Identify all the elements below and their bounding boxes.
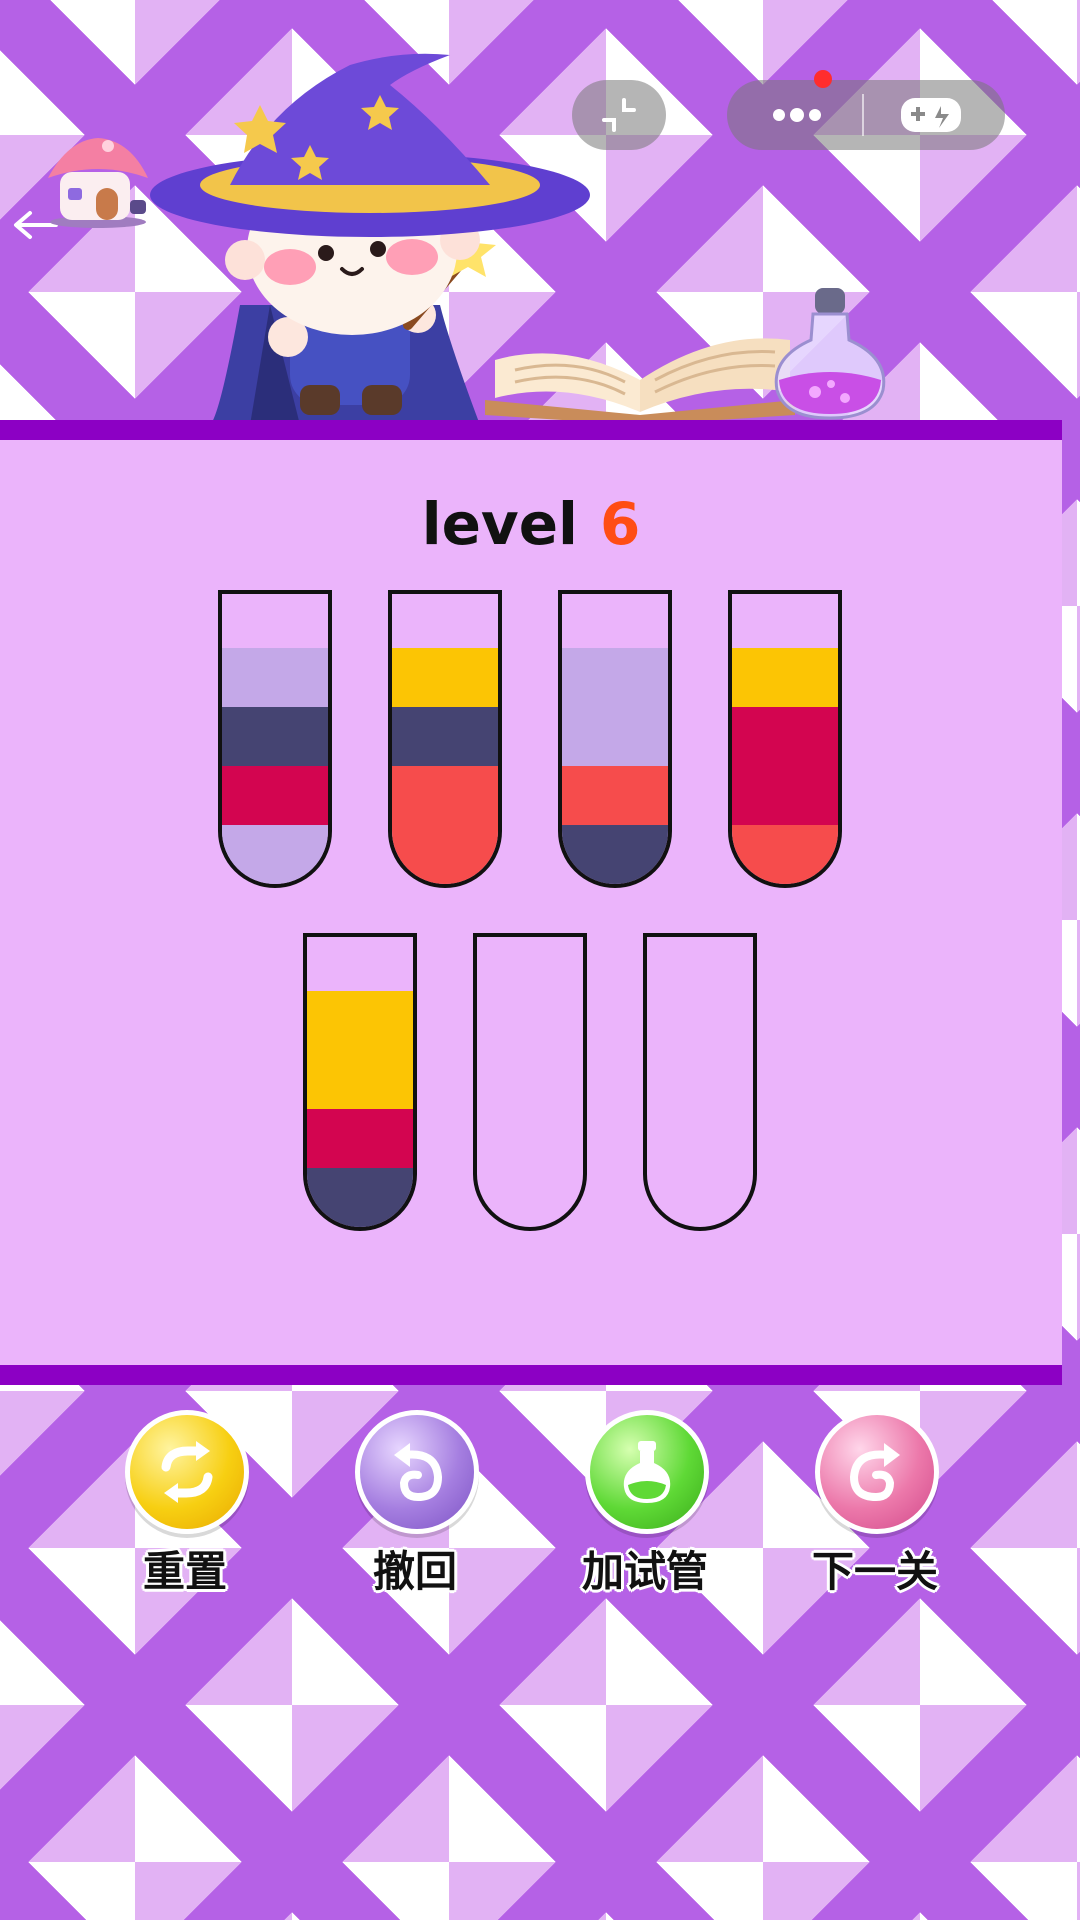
liquid-layer: [392, 648, 498, 707]
liquid-layer: [222, 648, 328, 707]
capsule-divider: [862, 94, 864, 136]
controls-bar: 重置 撤回 加试管 下一关: [0, 1410, 1080, 1596]
liquid-layer: [562, 766, 668, 825]
liquid-layer: [732, 707, 838, 766]
level-number: 6: [599, 490, 641, 558]
liquid-layer: [222, 766, 328, 825]
top-header: [0, 0, 1080, 430]
liquid-layer: [307, 1168, 413, 1227]
liquid-layer: [222, 707, 328, 766]
level-indicator: level 6: [0, 490, 1062, 558]
test-tube[interactable]: [303, 933, 417, 1231]
liquid-layer: [222, 825, 328, 884]
potion-icon: [623, 1441, 671, 1503]
next-level-button[interactable]: 下一关: [795, 1410, 955, 1596]
test-tube[interactable]: [473, 933, 587, 1231]
test-tube[interactable]: [218, 590, 332, 888]
potion-bottle-illustration: [774, 288, 886, 420]
liquid-layer: [732, 766, 838, 825]
liquid-layer: [307, 1050, 413, 1109]
add-tube-circle: [585, 1410, 709, 1534]
next-level-label: 下一关: [811, 1547, 938, 1596]
reset-button[interactable]: 重置: [105, 1410, 265, 1596]
reset-icon: [161, 1441, 213, 1503]
test-tube[interactable]: [558, 590, 672, 888]
liquid-layer: [562, 825, 668, 884]
notification-dot: [814, 70, 832, 88]
liquid-layer: [307, 1109, 413, 1168]
level-label: level: [421, 490, 578, 558]
add-tube-label: 加试管: [581, 1547, 708, 1596]
liquid-layer: [732, 648, 838, 707]
liquid-layer: [562, 707, 668, 766]
reset-circle: [125, 1410, 249, 1534]
test-tube[interactable]: [728, 590, 842, 888]
next-icon: [849, 1443, 900, 1502]
liquid-layer: [392, 825, 498, 884]
liquid-layer: [732, 825, 838, 884]
game-board: level 6: [0, 420, 1062, 1385]
mini-program-capsule: [727, 80, 1005, 150]
add-tube-button[interactable]: 加试管: [565, 1410, 725, 1596]
undo-circle: [355, 1410, 479, 1534]
undo-icon: [394, 1443, 443, 1502]
test-tube[interactable]: [643, 933, 757, 1231]
reset-label: 重置: [142, 1547, 227, 1596]
liquid-layer: [562, 648, 668, 707]
test-tube[interactable]: [388, 590, 502, 888]
house-icon[interactable]: [38, 130, 158, 230]
next-level-circle: [815, 1410, 939, 1534]
undo-label: 撤回: [372, 1547, 457, 1596]
liquid-layer: [307, 991, 413, 1050]
open-book-illustration: [485, 338, 795, 425]
liquid-layer: [392, 707, 498, 766]
liquid-layer: [392, 766, 498, 825]
undo-button[interactable]: 撤回: [335, 1410, 495, 1596]
gamepad-icon[interactable]: [897, 90, 967, 140]
